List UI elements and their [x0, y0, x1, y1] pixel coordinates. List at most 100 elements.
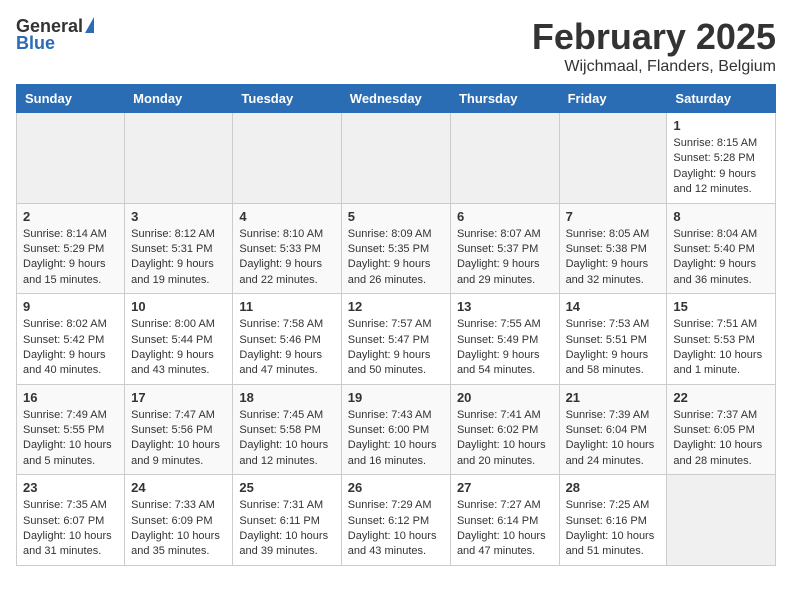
day-info: Sunrise: 8:07 AM Sunset: 5:37 PM Dayligh… [457, 227, 553, 289]
day-info: Sunrise: 7:49 AM Sunset: 5:55 PM Dayligh… [23, 408, 118, 470]
day-info: Sunrise: 7:37 AM Sunset: 6:05 PM Dayligh… [673, 408, 769, 470]
day-info: Sunrise: 8:15 AM Sunset: 5:28 PM Dayligh… [673, 136, 769, 198]
day-number: 28 [566, 480, 661, 495]
table-row [667, 475, 776, 566]
day-info: Sunrise: 8:04 AM Sunset: 5:40 PM Dayligh… [673, 227, 769, 289]
month-year: February 2025 [532, 16, 776, 58]
day-number: 14 [566, 299, 661, 314]
table-row: 25 Sunrise: 7:31 AM Sunset: 6:11 PM Dayli… [233, 475, 341, 566]
day-number: 19 [348, 390, 444, 405]
day-info: Sunrise: 8:02 AM Sunset: 5:42 PM Dayligh… [23, 317, 118, 379]
day-info: Sunrise: 7:39 AM Sunset: 6:04 PM Dayligh… [566, 408, 661, 470]
calendar-week-row: 16 Sunrise: 7:49 AM Sunset: 5:55 PM Dayli… [17, 384, 776, 475]
day-info: Sunrise: 7:27 AM Sunset: 6:14 PM Dayligh… [457, 498, 553, 560]
table-row: 7Sunrise: 8:05 AM Sunset: 5:38 PM Daylig… [559, 203, 667, 294]
table-row: 12Sunrise: 7:57 AM Sunset: 5:47 PM Dayli… [341, 294, 450, 385]
day-number: 3 [131, 209, 226, 224]
day-info: Sunrise: 8:12 AM Sunset: 5:31 PM Dayligh… [131, 227, 226, 289]
header-thursday: Thursday [450, 85, 559, 113]
header-saturday: Saturday [667, 85, 776, 113]
table-row: 16 Sunrise: 7:49 AM Sunset: 5:55 PM Dayli… [17, 384, 125, 475]
day-number: 18 [239, 390, 334, 405]
day-number: 2 [23, 209, 118, 224]
table-row: 23 Sunrise: 7:35 AM Sunset: 6:07 PM Dayli… [17, 475, 125, 566]
header-sunday: Sunday [17, 85, 125, 113]
calendar-week-row: 2 Sunrise: 8:14 AM Sunset: 5:29 PM Daylig… [17, 203, 776, 294]
table-row: 24 Sunrise: 7:33 AM Sunset: 6:09 PM Dayli… [125, 475, 233, 566]
table-row: 9 Sunrise: 8:02 AM Sunset: 5:42 PM Daylig… [17, 294, 125, 385]
table-row [450, 113, 559, 204]
logo: General Blue [16, 16, 94, 54]
day-info: Sunrise: 8:09 AM Sunset: 5:35 PM Dayligh… [348, 227, 444, 289]
table-row: 6 Sunrise: 8:07 AM Sunset: 5:37 PM Daylig… [450, 203, 559, 294]
day-number: 5 [348, 209, 444, 224]
day-number: 6 [457, 209, 553, 224]
table-row [559, 113, 667, 204]
table-row: 20 Sunrise: 7:41 AM Sunset: 6:02 PM Dayli… [450, 384, 559, 475]
header-wednesday: Wednesday [341, 85, 450, 113]
table-row: 1 Sunrise: 8:15 AM Sunset: 5:28 PM Daylig… [667, 113, 776, 204]
table-row: 2 Sunrise: 8:14 AM Sunset: 5:29 PM Daylig… [17, 203, 125, 294]
day-info: Sunrise: 7:25 AM Sunset: 6:16 PM Dayligh… [566, 498, 661, 560]
logo-arrow-icon [85, 17, 94, 33]
table-row: 28 Sunrise: 7:25 AM Sunset: 6:16 PM Dayli… [559, 475, 667, 566]
table-row: 14Sunrise: 7:53 AM Sunset: 5:51 PM Dayli… [559, 294, 667, 385]
header-tuesday: Tuesday [233, 85, 341, 113]
day-info: Sunrise: 7:41 AM Sunset: 6:02 PM Dayligh… [457, 408, 553, 470]
table-row: 13 Sunrise: 7:55 AM Sunset: 5:49 PM Dayli… [450, 294, 559, 385]
day-number: 16 [23, 390, 118, 405]
day-info: Sunrise: 7:47 AM Sunset: 5:56 PM Dayligh… [131, 408, 226, 470]
table-row [17, 113, 125, 204]
day-number: 17 [131, 390, 226, 405]
day-number: 8 [673, 209, 769, 224]
table-row: 4Sunrise: 8:10 AM Sunset: 5:33 PM Daylig… [233, 203, 341, 294]
day-number: 13 [457, 299, 553, 314]
day-info: Sunrise: 8:05 AM Sunset: 5:38 PM Dayligh… [566, 227, 661, 289]
day-info: Sunrise: 8:14 AM Sunset: 5:29 PM Dayligh… [23, 227, 118, 289]
day-info: Sunrise: 7:51 AM Sunset: 5:53 PM Dayligh… [673, 317, 769, 379]
day-info: Sunrise: 7:43 AM Sunset: 6:00 PM Dayligh… [348, 408, 444, 470]
day-number: 23 [23, 480, 118, 495]
table-row: 19 Sunrise: 7:43 AM Sunset: 6:00 PM Dayli… [341, 384, 450, 475]
day-info: Sunrise: 8:10 AM Sunset: 5:33 PM Dayligh… [239, 227, 334, 289]
day-number: 10 [131, 299, 226, 314]
day-number: 1 [673, 118, 769, 133]
day-info: Sunrise: 7:35 AM Sunset: 6:07 PM Dayligh… [23, 498, 118, 560]
header-friday: Friday [559, 85, 667, 113]
day-info: Sunrise: 7:31 AM Sunset: 6:11 PM Dayligh… [239, 498, 334, 560]
day-number: 11 [239, 299, 334, 314]
table-row: 21 Sunrise: 7:39 AM Sunset: 6:04 PM Dayli… [559, 384, 667, 475]
day-info: Sunrise: 7:33 AM Sunset: 6:09 PM Dayligh… [131, 498, 226, 560]
day-number: 9 [23, 299, 118, 314]
day-info: Sunrise: 7:58 AM Sunset: 5:46 PM Dayligh… [239, 317, 334, 379]
day-info: Sunrise: 7:55 AM Sunset: 5:49 PM Dayligh… [457, 317, 553, 379]
table-row: 22 Sunrise: 7:37 AM Sunset: 6:05 PM Dayli… [667, 384, 776, 475]
header-monday: Monday [125, 85, 233, 113]
day-number: 27 [457, 480, 553, 495]
day-info: Sunrise: 8:00 AM Sunset: 5:44 PM Dayligh… [131, 317, 226, 379]
table-row [125, 113, 233, 204]
calendar-week-row: 9 Sunrise: 8:02 AM Sunset: 5:42 PM Daylig… [17, 294, 776, 385]
day-info: Sunrise: 7:45 AM Sunset: 5:58 PM Dayligh… [239, 408, 334, 470]
table-row: 27 Sunrise: 7:27 AM Sunset: 6:14 PM Dayli… [450, 475, 559, 566]
table-row: 18 Sunrise: 7:45 AM Sunset: 5:58 PM Dayli… [233, 384, 341, 475]
table-row: 10 Sunrise: 8:00 AM Sunset: 5:44 PM Dayli… [125, 294, 233, 385]
page-header: General Blue February 2025 Wijchmaal, Fl… [16, 16, 776, 76]
calendar-week-row: 23 Sunrise: 7:35 AM Sunset: 6:07 PM Dayli… [17, 475, 776, 566]
logo-blue-text: Blue [16, 33, 55, 54]
day-number: 20 [457, 390, 553, 405]
table-row: 8 Sunrise: 8:04 AM Sunset: 5:40 PM Daylig… [667, 203, 776, 294]
calendar-week-row: 1 Sunrise: 8:15 AM Sunset: 5:28 PM Daylig… [17, 113, 776, 204]
day-info: Sunrise: 7:29 AM Sunset: 6:12 PM Dayligh… [348, 498, 444, 560]
day-number: 22 [673, 390, 769, 405]
day-number: 21 [566, 390, 661, 405]
table-row: 11 Sunrise: 7:58 AM Sunset: 5:46 PM Dayli… [233, 294, 341, 385]
day-number: 12 [348, 299, 444, 314]
day-number: 25 [239, 480, 334, 495]
day-number: 15 [673, 299, 769, 314]
calendar-table: Sunday Monday Tuesday Wednesday Thursday… [16, 84, 776, 566]
day-number: 24 [131, 480, 226, 495]
table-row: 3 Sunrise: 8:12 AM Sunset: 5:31 PM Daylig… [125, 203, 233, 294]
table-row: 15 Sunrise: 7:51 AM Sunset: 5:53 PM Dayli… [667, 294, 776, 385]
table-row [341, 113, 450, 204]
